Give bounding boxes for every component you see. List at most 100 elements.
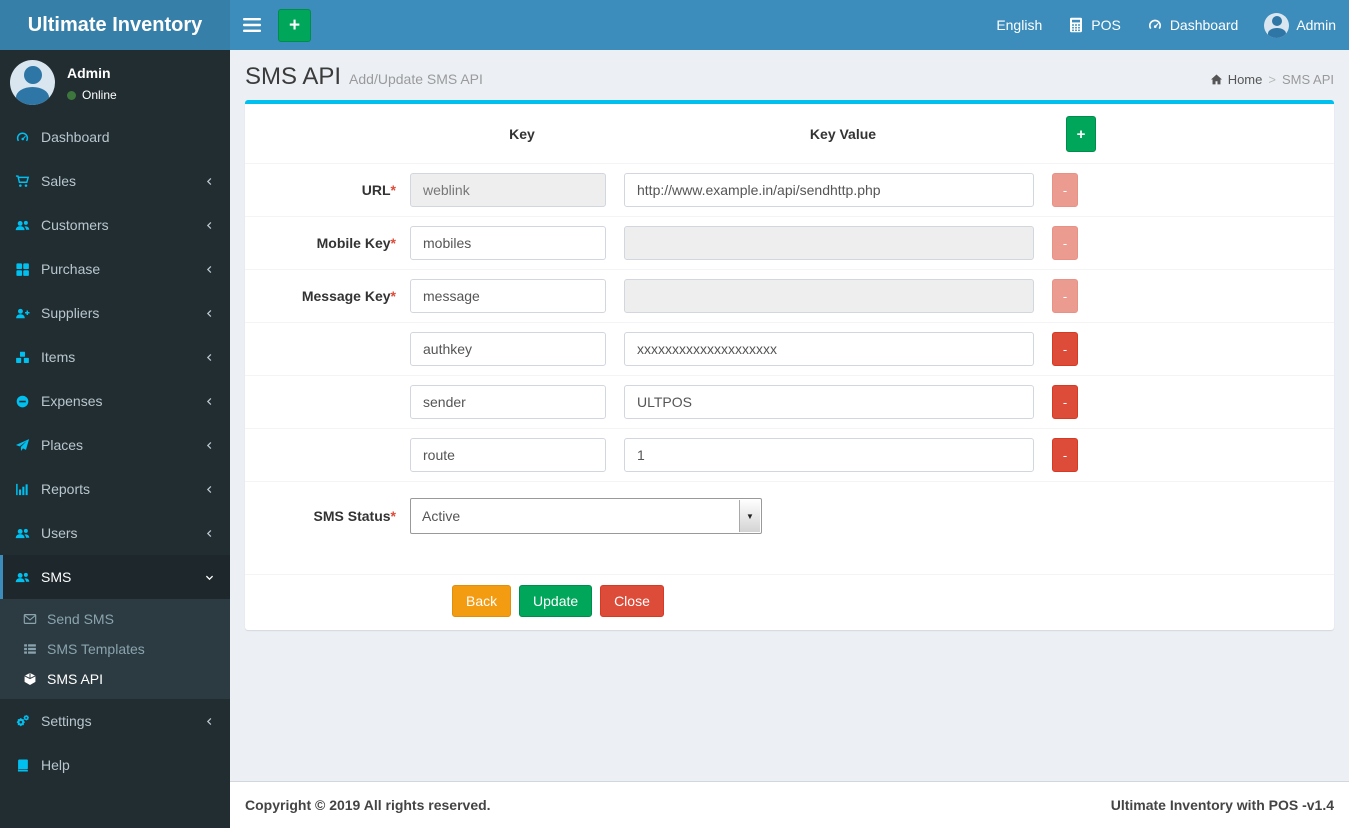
- sidebar-item-label: Send SMS: [47, 611, 114, 627]
- chevron-left-icon: [204, 220, 215, 231]
- chevron-down-icon: [204, 572, 215, 583]
- sidebar-item-label: SMS Templates: [47, 641, 145, 657]
- sidebar-item-label: Places: [41, 437, 84, 453]
- page-subtitle: Add/Update SMS API: [349, 71, 483, 87]
- sidebar-item-items[interactable]: Items: [0, 335, 230, 379]
- sidebar-item-dashboard[interactable]: Dashboard: [0, 115, 230, 159]
- sidebar-item-suppliers[interactable]: Suppliers: [0, 291, 230, 335]
- key-input[interactable]: [410, 438, 606, 472]
- cubes-icon: [15, 350, 30, 365]
- sms-api-form-box: Key Key Value + URL* - Mobile Key* - Mes…: [245, 100, 1334, 630]
- page-footer: Copyright © 2019 All rights reserved. Ul…: [230, 781, 1349, 828]
- sidebar-item-purchase[interactable]: Purchase: [0, 247, 230, 291]
- sidebar: Admin Online Dashboard Sales Customers P…: [0, 50, 230, 828]
- envelope-icon: [23, 612, 37, 626]
- form-row-message-key: Message Key* -: [245, 269, 1334, 322]
- close-button[interactable]: Close: [600, 585, 664, 617]
- sidebar-item-send-sms[interactable]: Send SMS: [0, 604, 230, 634]
- sidebar-item-label: SMS API: [47, 671, 104, 687]
- sidebar-item-label: Expenses: [41, 393, 103, 409]
- remove-row-button: -: [1052, 279, 1078, 313]
- sidebar-item-sms-templates[interactable]: SMS Templates: [0, 634, 230, 664]
- app-logo[interactable]: Ultimate Inventory: [0, 0, 230, 50]
- sidebar-item-label: Reports: [41, 481, 91, 497]
- remove-row-button: -: [1052, 226, 1078, 260]
- key-input[interactable]: [410, 385, 606, 419]
- required-asterisk: *: [390, 288, 396, 304]
- form-row-route: -: [245, 428, 1334, 481]
- chevron-left-icon: [204, 176, 215, 187]
- sidebar-item-label: SMS: [41, 569, 72, 585]
- sidebar-item-expenses[interactable]: Expenses: [0, 379, 230, 423]
- sidebar-item-users[interactable]: Users: [0, 511, 230, 555]
- key-value-column-header: Key Value: [809, 126, 877, 142]
- sidebar-item-customers[interactable]: Customers: [0, 203, 230, 247]
- users-icon: [15, 218, 30, 233]
- sidebar-item-reports[interactable]: Reports: [0, 467, 230, 511]
- bar-chart-icon: [15, 482, 30, 497]
- key-input[interactable]: [410, 332, 606, 366]
- main-content: SMS API Add/Update SMS API Home > SMS API…: [230, 50, 1349, 828]
- chevron-left-icon: [204, 396, 215, 407]
- remove-row-button[interactable]: -: [1052, 438, 1078, 472]
- key-value-input[interactable]: [624, 332, 1034, 366]
- form-row-sender: -: [245, 375, 1334, 428]
- quick-add-button[interactable]: +: [278, 8, 311, 42]
- required-asterisk: *: [390, 182, 396, 198]
- key-column-header: Key: [509, 126, 535, 142]
- top-navbar: Ultimate Inventory + English POS Dashboa…: [0, 0, 1349, 50]
- add-row-button[interactable]: +: [1066, 116, 1096, 152]
- remove-row-button[interactable]: -: [1052, 332, 1078, 366]
- book-icon: [15, 758, 30, 773]
- chevron-left-icon: [204, 528, 215, 539]
- breadcrumb: Home > SMS API: [1210, 72, 1334, 91]
- chevron-left-icon: [204, 484, 215, 495]
- copyright-text: Copyright © 2019 All rights reserved.: [245, 797, 491, 813]
- key-value-input[interactable]: [624, 385, 1034, 419]
- sidebar-item-label: Suppliers: [41, 305, 100, 321]
- version-text: Ultimate Inventory with POS -v1.4: [1110, 797, 1334, 813]
- sidebar-menu: Dashboard Sales Customers Purchase Suppl…: [0, 115, 230, 787]
- remove-row-button[interactable]: -: [1052, 385, 1078, 419]
- gears-icon: [15, 714, 30, 729]
- sidebar-item-places[interactable]: Places: [0, 423, 230, 467]
- sidebar-item-sms[interactable]: SMS: [0, 555, 230, 599]
- users-icon: [15, 526, 30, 541]
- breadcrumb-home-link[interactable]: Home: [1210, 72, 1262, 87]
- language-menu[interactable]: English: [983, 0, 1055, 50]
- sidebar-item-label: Dashboard: [41, 129, 110, 145]
- cart-icon: [15, 174, 30, 189]
- sidebar-item-sms-api[interactable]: SMS API: [0, 664, 230, 694]
- dashboard-link[interactable]: Dashboard: [1134, 0, 1252, 50]
- key-input[interactable]: [410, 279, 606, 313]
- dashboard-label: Dashboard: [1169, 17, 1239, 33]
- chevron-left-icon: [204, 440, 215, 451]
- sidebar-item-help[interactable]: Help: [0, 743, 230, 787]
- sidebar-item-label: Sales: [41, 173, 77, 189]
- chevron-left-icon: [204, 352, 215, 363]
- sidebar-toggle-button[interactable]: [230, 0, 274, 50]
- sms-submenu: Send SMS SMS Templates SMS API: [0, 599, 230, 699]
- breadcrumb-current: SMS API: [1281, 72, 1334, 87]
- grid-icon: [15, 262, 30, 277]
- sidebar-item-settings[interactable]: Settings: [0, 699, 230, 743]
- cube-icon: [23, 672, 37, 686]
- pos-link[interactable]: POS: [1055, 0, 1134, 50]
- sidebar-user-status: Online: [82, 88, 117, 102]
- sms-status-select[interactable]: Active ▼: [410, 498, 762, 534]
- sidebar-item-label: Customers: [41, 217, 109, 233]
- update-button[interactable]: Update: [519, 585, 593, 617]
- sidebar-item-sales[interactable]: Sales: [0, 159, 230, 203]
- key-input[interactable]: [410, 226, 606, 260]
- key-value-input[interactable]: [624, 173, 1034, 207]
- back-button[interactable]: Back: [452, 585, 512, 617]
- form-row-authkey: -: [245, 322, 1334, 375]
- paper-plane-icon: [15, 438, 30, 453]
- language-label: English: [996, 17, 1043, 33]
- breadcrumb-separator: >: [1268, 72, 1276, 87]
- chevron-left-icon: [204, 264, 215, 275]
- key-value-input[interactable]: [624, 438, 1034, 472]
- list-icon: [23, 642, 37, 656]
- sidebar-item-label: Users: [41, 525, 78, 541]
- user-menu[interactable]: Admin: [1251, 0, 1349, 50]
